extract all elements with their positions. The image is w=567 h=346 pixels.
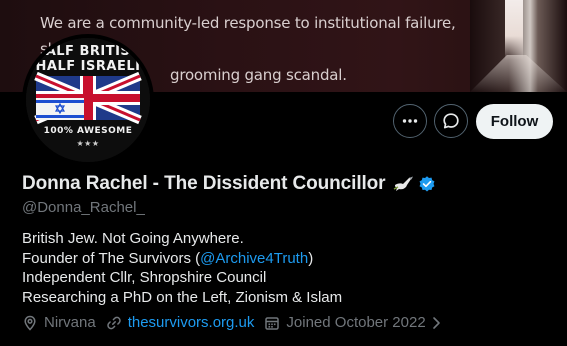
website-link[interactable]: thesurvivors.org.uk (128, 314, 255, 331)
message-button[interactable] (434, 104, 468, 138)
dove-emoji-icon (393, 175, 415, 193)
name-row: Donna Rachel - The Dissident Councillor (22, 173, 436, 195)
avatar-image: HALF BRITISH HALF ISRAELI 100% AWESOME ★… (26, 38, 150, 162)
display-name: Donna Rachel - The Dissident Councillor (22, 173, 386, 194)
banner-light (505, 0, 523, 60)
location-text: Nirvana (44, 314, 96, 331)
avatar-text-3: 100% AWESOME (43, 126, 133, 136)
profile-bio: British Jew. Not Going Anywhere. Founder… (22, 229, 342, 307)
bio-line-1: British Jew. Not Going Anywhere. (22, 230, 244, 247)
location: Nirvana (22, 314, 96, 331)
bio-line-3: Independent Cllr, Shropshire Council (22, 269, 267, 286)
website[interactable]: thesurvivors.org.uk (106, 314, 255, 331)
chevron-right-icon (432, 316, 440, 329)
link-icon (106, 316, 121, 329)
user-handle: @Donna_Rachel_ (22, 199, 145, 216)
more-horizontal-icon (402, 119, 418, 123)
follow-button[interactable]: Follow (476, 104, 553, 139)
profile-meta: Nirvana thesurvivors.org.uk Joined Octob… (22, 314, 458, 331)
more-button[interactable] (393, 104, 427, 138)
joined-date[interactable]: Joined October 2022 (264, 314, 447, 331)
joined-text: Joined October 2022 (286, 314, 426, 331)
bio-line-2: Founder of The Survivors (@Archive4Truth… (22, 249, 342, 269)
avatar-text-2: HALF ISRAELI (35, 59, 141, 74)
bio-line-4: Researching a PhD on the Left, Zionism &… (22, 288, 343, 306)
bio-line-2-suffix: ) (308, 249, 314, 267)
calendar-icon (265, 316, 280, 330)
avatar[interactable]: HALF BRITISH HALF ISRAELI 100% AWESOME ★… (22, 34, 154, 166)
message-bubble-icon (443, 113, 459, 129)
location-pin-icon (24, 315, 36, 331)
archive-mention-link[interactable]: @Archive4Truth (200, 250, 308, 267)
avatar-text-1: HALF BRITISH (34, 44, 142, 59)
bio-line-2-prefix: Founder of The Survivors ( (22, 249, 201, 267)
avatar-stars: ★★★ (76, 139, 100, 148)
verified-badge-icon[interactable] (418, 175, 436, 193)
